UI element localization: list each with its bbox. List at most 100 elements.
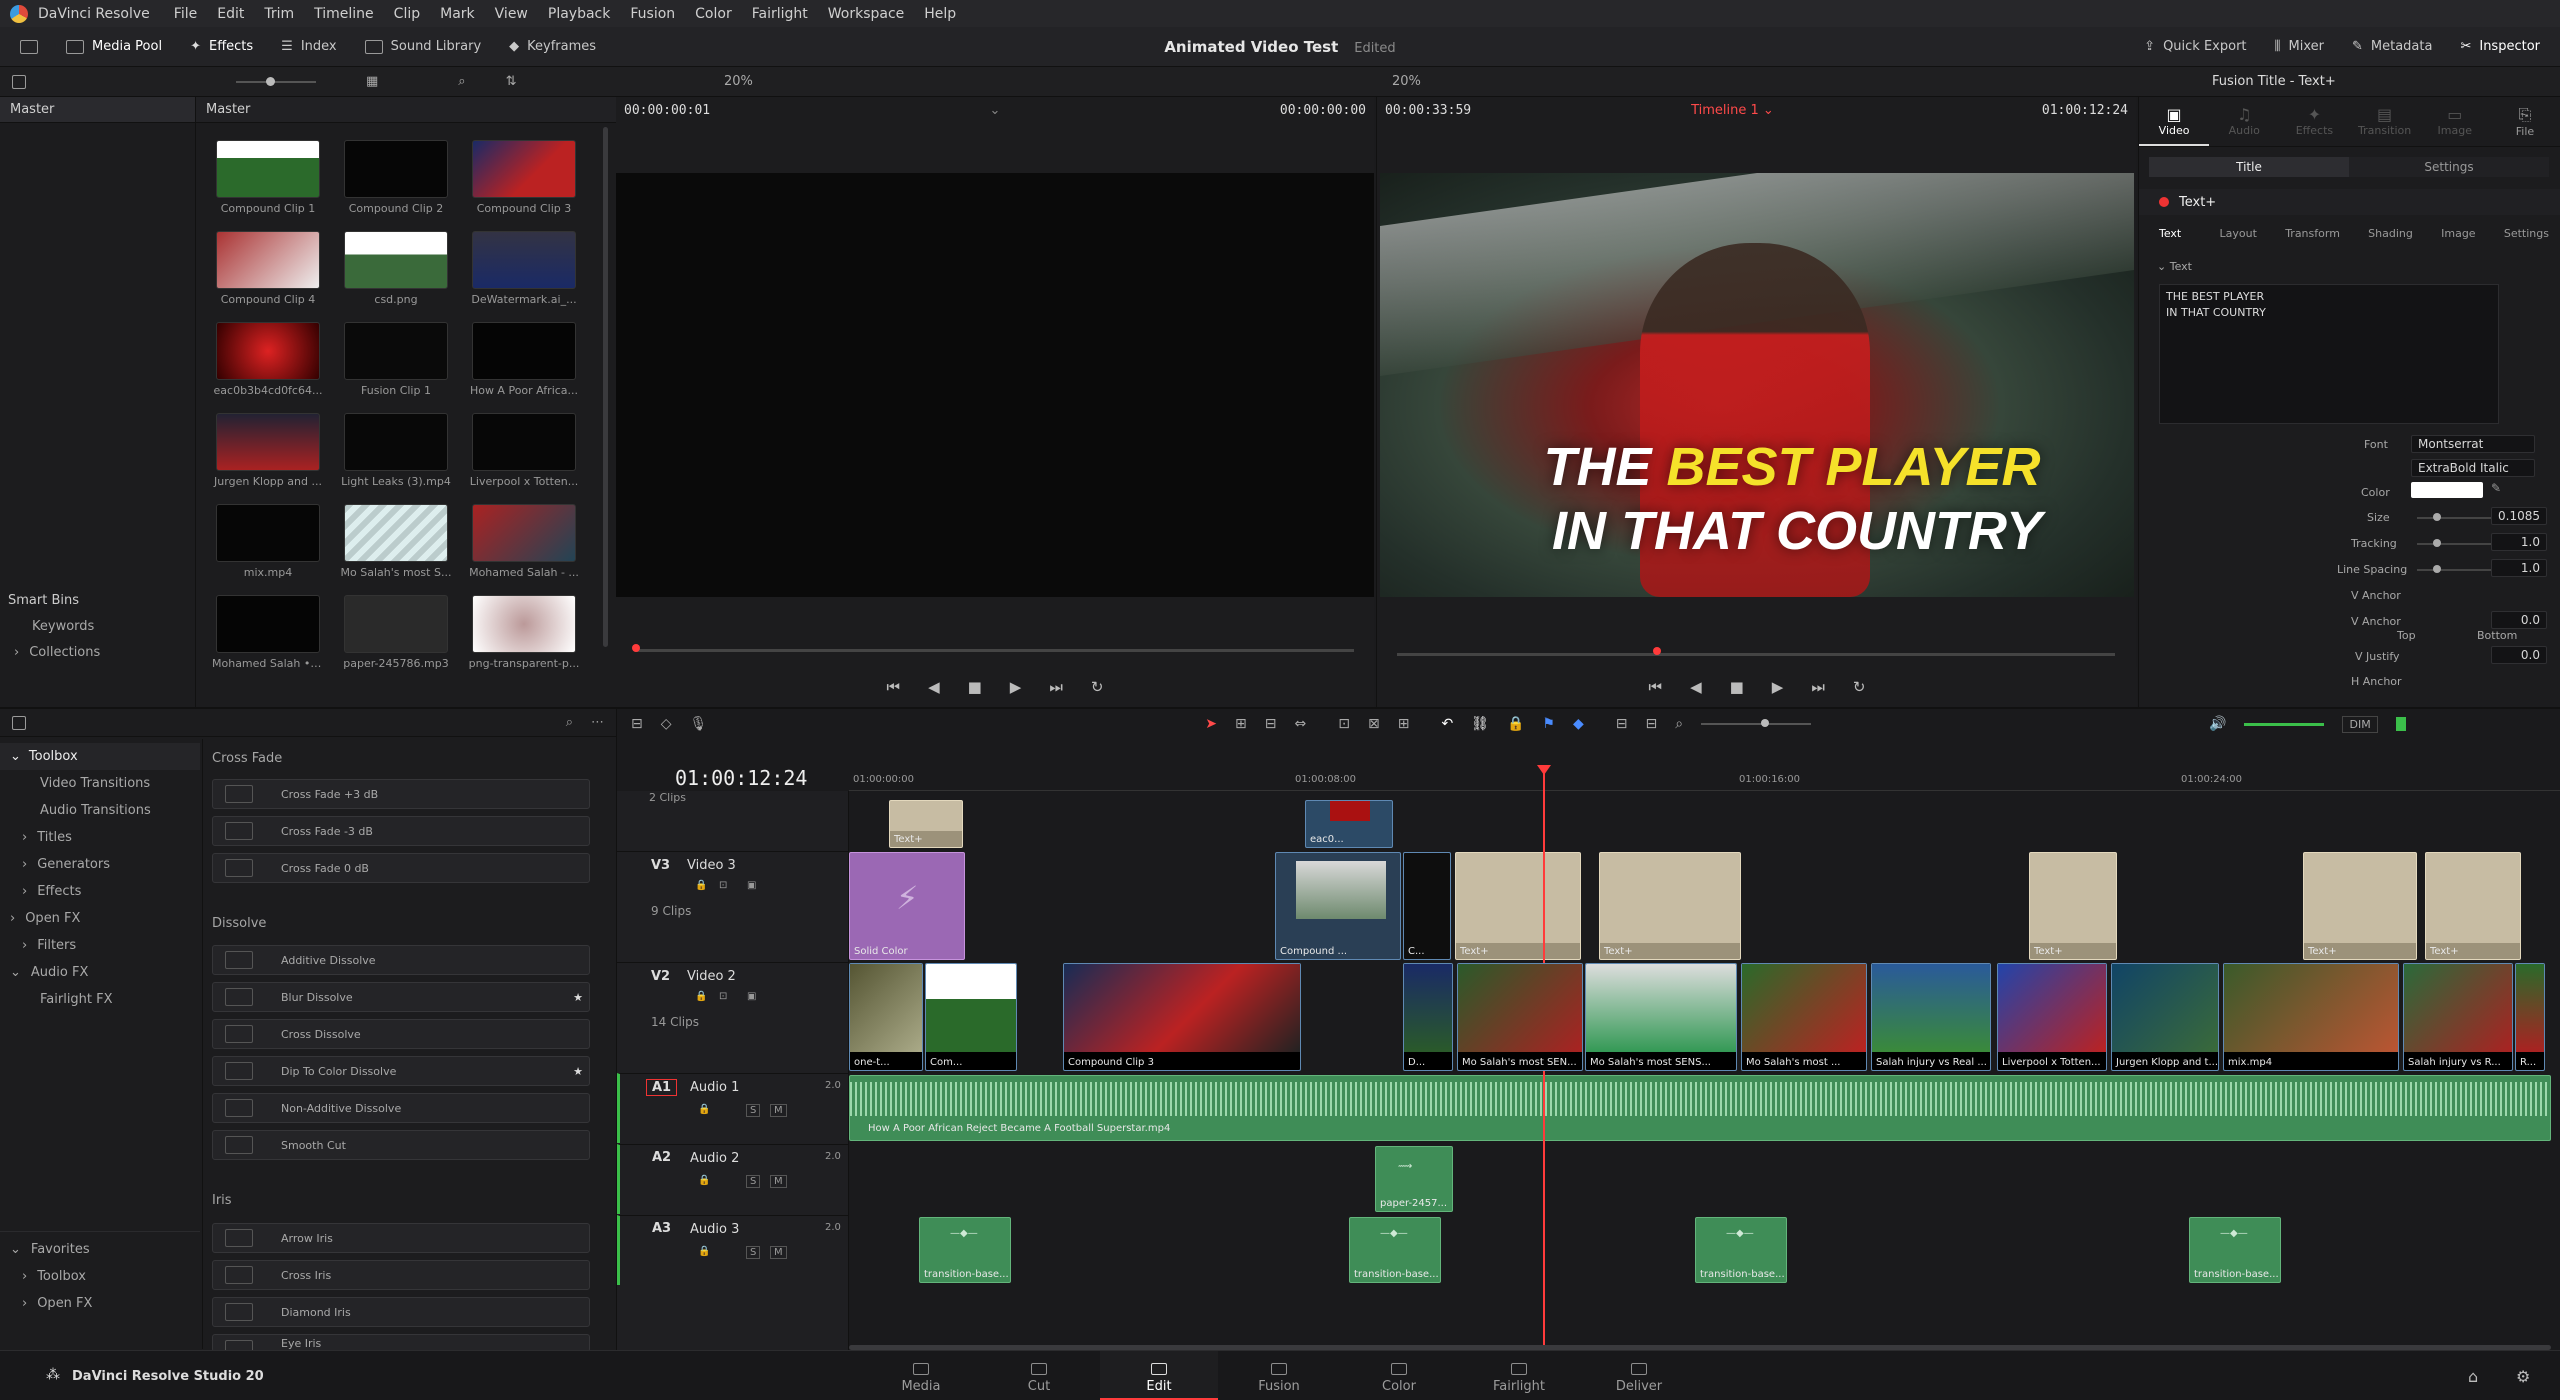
volume-icon[interactable]: 🔊 <box>2209 716 2226 732</box>
favorite-star-icon[interactable]: ★ <box>573 1065 583 1078</box>
text-input[interactable]: THE BEST PLAYER IN THAT COUNTRY <box>2159 284 2499 424</box>
text-section-header[interactable]: ⌄ Text <box>2157 260 2192 273</box>
a3-solo-icon[interactable]: S <box>746 1246 761 1259</box>
source-viewer-canvas[interactable] <box>616 173 1374 597</box>
fav-open-fx[interactable]: › Open FX <box>0 1290 200 1317</box>
tree-effects[interactable]: › Effects <box>0 878 200 905</box>
flag-icon[interactable]: ⚑ <box>1542 716 1555 732</box>
effect-cross-iris[interactable]: Cross Iris <box>212 1260 590 1290</box>
media-clip-thumbnail[interactable] <box>216 140 320 198</box>
v2-visibility-icon[interactable]: ▣ <box>747 991 756 1002</box>
skip-end-icon[interactable]: ⏭ <box>1811 678 1825 696</box>
media-pool-button[interactable]: Media Pool <box>52 27 176 67</box>
quick-export-button[interactable]: ⇪ Quick Export <box>2130 27 2260 67</box>
media-clip-thumbnail[interactable] <box>472 322 576 380</box>
menu-workspace[interactable]: Workspace <box>828 6 905 22</box>
effects-button[interactable]: ✦ Effects <box>176 27 267 67</box>
media-clip-thumbnail[interactable] <box>216 504 320 562</box>
effect-cross-fade-minus3[interactable]: Cross Fade -3 dB <box>212 816 590 846</box>
timeline-selector[interactable]: Timeline 1 ⌄ <box>1691 103 1774 118</box>
menu-playback[interactable]: Playback <box>548 6 610 22</box>
inspector-tab-transition[interactable]: ▤ Transition <box>2350 97 2420 146</box>
timeline-clip[interactable]: D... <box>1403 963 1453 1071</box>
step-back-icon[interactable]: ◀ <box>1690 678 1702 696</box>
step-back-icon[interactable]: ◀ <box>928 678 940 696</box>
tree-audio-transitions[interactable]: Audio Transitions <box>0 797 200 824</box>
timeline-clip[interactable]: Mo Salah's most SEN... <box>1457 963 1583 1071</box>
timeline-clip[interactable]: Liverpool x Totten... <box>1997 963 2107 1071</box>
timeline-clip[interactable]: Text+ <box>889 800 963 848</box>
a1-lock-icon[interactable]: 🔒 <box>698 1104 710 1115</box>
audio-clip-a3[interactable]: —◆— transition-base... <box>1349 1217 1441 1283</box>
menu-trim[interactable]: Trim <box>264 6 294 22</box>
menu-view[interactable]: View <box>495 6 528 22</box>
section-cross-fade[interactable]: Cross Fade <box>212 751 282 766</box>
dynamic-trim-icon[interactable]: ⇔ <box>1295 716 1307 732</box>
a1-id[interactable]: A1 <box>646 1079 678 1096</box>
a3-lock-icon[interactable]: 🔒 <box>698 1246 710 1257</box>
source-scrubber[interactable] <box>632 644 1354 652</box>
a3-mute-icon[interactable]: M <box>770 1246 787 1259</box>
keyframes-button[interactable]: ◆ Keyframes <box>495 27 610 67</box>
menu-fairlight[interactable]: Fairlight <box>752 6 808 22</box>
timeline-clip[interactable]: one-t... <box>849 963 923 1071</box>
panel-layout-icon[interactable] <box>12 74 26 89</box>
timeline-clip[interactable]: Mo Salah's most SENS... <box>1585 963 1737 1071</box>
media-clip-thumbnail[interactable] <box>216 595 320 653</box>
lock-icon[interactable]: 🔒 <box>1507 716 1524 732</box>
effect-arrow-iris[interactable]: Arrow Iris <box>212 1223 590 1253</box>
menu-edit[interactable]: Edit <box>217 6 244 22</box>
media-clip-thumbnail[interactable] <box>344 231 448 289</box>
timeline-clip[interactable]: Jurgen Klopp and t... <box>2111 963 2219 1071</box>
timeline-clip[interactable]: eac0... <box>1305 800 1393 848</box>
menu-help[interactable]: Help <box>924 6 956 22</box>
selection-tool-icon[interactable]: ➤ <box>1205 716 1217 732</box>
menu-clip[interactable]: Clip <box>394 6 420 22</box>
page-cut[interactable]: Cut <box>980 1351 1098 1400</box>
panel-toggle-icon[interactable] <box>12 715 26 730</box>
timeline-clip[interactable]: Text+ <box>2029 852 2117 960</box>
effect-dip-to-color[interactable]: Dip To Color Dissolve ★ <box>212 1056 590 1086</box>
loop-icon[interactable]: ↻ <box>1091 678 1104 696</box>
source-timecode[interactable]: 00:00:00:01 <box>624 103 710 118</box>
zoom-custom-icon[interactable]: ⌕ <box>1675 716 1683 732</box>
node-tab-settings[interactable]: Settings <box>2504 227 2549 240</box>
section-dissolve[interactable]: Dissolve <box>212 916 266 931</box>
dim-button[interactable]: DIM <box>2342 715 2378 733</box>
play-icon[interactable]: ▶ <box>1010 678 1022 696</box>
master-volume-slider[interactable] <box>2244 722 2325 726</box>
tree-favorites[interactable]: ⌄ Favorites <box>0 1236 200 1263</box>
media-clip-thumbnail[interactable] <box>344 140 448 198</box>
tree-titles[interactable]: › Titles <box>0 824 200 851</box>
trim-tool-icon[interactable]: ⊞ <box>1235 716 1247 732</box>
mixer-button[interactable]: ⫼ Mixer <box>2261 27 2338 67</box>
loop-icon[interactable]: ↻ <box>1853 678 1866 696</box>
tree-toolbox[interactable]: ⌄ Toolbox <box>0 743 200 770</box>
link-icon[interactable]: ⛓ <box>1471 716 1489 732</box>
menu-timeline[interactable]: Timeline <box>314 6 374 22</box>
mic-icon[interactable]: 🎙 <box>690 716 708 732</box>
timeline-clip[interactable]: Compound Clip 3 <box>1063 963 1301 1071</box>
media-clip-thumbnail[interactable] <box>344 595 448 653</box>
zoom-full-icon[interactable]: ⊟ <box>1616 716 1628 732</box>
line-spacing-field[interactable]: 1.0 <box>2491 559 2547 577</box>
a1-mute-icon[interactable]: M <box>770 1104 787 1117</box>
smart-bin-collections[interactable]: › Collections <box>14 639 100 666</box>
timeline-clip[interactable]: Com... <box>925 963 1017 1071</box>
insert-icon[interactable]: ⊡ <box>1338 716 1350 732</box>
zoom-left[interactable]: 20% <box>724 74 753 89</box>
inspector-button[interactable]: ✂ Inspector <box>2446 27 2560 67</box>
audio-clip-a3[interactable]: —◆— transition-base... <box>1695 1217 1787 1283</box>
node-tab-transform[interactable]: Transform <box>2285 227 2340 240</box>
media-clip-thumbnail[interactable] <box>472 140 576 198</box>
zoom-detail-icon[interactable]: ⊟ <box>1645 716 1657 732</box>
page-color[interactable]: Color <box>1340 1351 1458 1400</box>
v3-lock-icon[interactable]: 🔒 <box>695 880 707 891</box>
effect-diamond-iris[interactable]: Diamond Iris <box>212 1297 590 1327</box>
media-clip-thumbnail[interactable] <box>344 413 448 471</box>
subtab-title[interactable]: Title <box>2149 157 2349 177</box>
media-clip-thumbnail[interactable] <box>472 504 576 562</box>
tree-fairlight-fx[interactable]: Fairlight FX <box>0 986 200 1013</box>
effect-cross-fade-0[interactable]: Cross Fade 0 dB <box>212 853 590 883</box>
timeline-clip[interactable]: Text+ <box>2425 852 2521 960</box>
